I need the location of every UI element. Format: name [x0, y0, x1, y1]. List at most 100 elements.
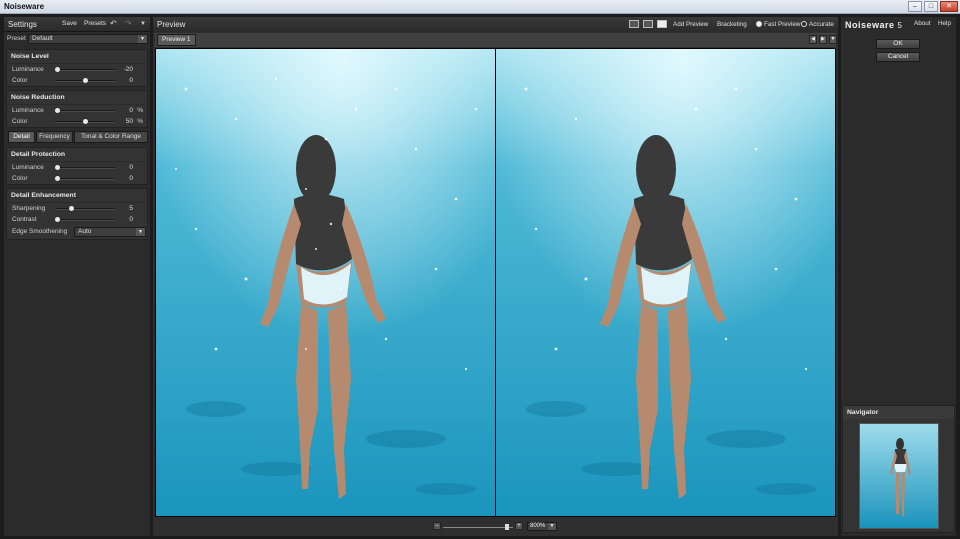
edge-smoothening-row: Edge Smoothening Auto ▼	[7, 225, 147, 239]
accurate-label[interactable]: Accurate	[809, 21, 834, 28]
slider-value: 0	[129, 77, 133, 84]
edge-smoothening-label: Edge Smoothening	[12, 228, 68, 235]
about-button[interactable]: About	[914, 20, 930, 27]
save-button[interactable]: Save	[62, 20, 77, 27]
noise-level-color-row: Color 0	[7, 75, 147, 86]
navigator-title: Navigator	[843, 406, 954, 419]
bracketing-button[interactable]: Bracketing	[717, 21, 747, 28]
noise-reduction-luminance-row: Luminance 0 %	[7, 105, 147, 116]
preset-select[interactable]: Default ▼	[28, 34, 148, 44]
close-button[interactable]: ✕	[940, 1, 958, 12]
detail-protection-luminance-slider[interactable]	[55, 165, 115, 170]
fast-preview-radio[interactable]	[756, 21, 762, 27]
noise-level-luminance-row: Luminance -20	[7, 64, 147, 75]
presets-button[interactable]: Presets	[84, 20, 106, 27]
window-title: Noiseware	[4, 2, 45, 11]
single-view-icon[interactable]	[629, 20, 639, 28]
noise-level-section: Noise Level Luminance -20 Color 0	[6, 49, 148, 87]
slider-unit: %	[137, 118, 143, 125]
detail-protection-luminance-row: Luminance 0	[7, 162, 147, 173]
preview-panes	[155, 48, 836, 517]
menu-icon[interactable]: ▼	[140, 21, 146, 27]
navigator-thumbnail[interactable]	[859, 423, 939, 529]
slider-knob[interactable]	[55, 108, 60, 113]
zoom-in-button[interactable]: +	[515, 522, 523, 530]
zoom-bar: – + 800% ▼	[153, 519, 838, 534]
ok-button[interactable]: OK	[876, 39, 920, 49]
noise-reduction-color-row: Color 50 %	[7, 116, 147, 127]
slider-value: 0	[129, 216, 133, 223]
slider-knob[interactable]	[55, 217, 60, 222]
tab-detail[interactable]: Detail	[8, 131, 35, 143]
slider-unit: %	[137, 107, 143, 114]
noise-reduction-luminance-slider[interactable]	[55, 108, 115, 113]
preset-row: Preset Default ▼	[4, 32, 150, 46]
restore-button[interactable]: □	[924, 1, 938, 12]
noise-level-title: Noise Level	[7, 50, 147, 64]
add-preview-button[interactable]: Add Preview	[673, 21, 708, 28]
slider-knob[interactable]	[55, 176, 60, 181]
accurate-radio[interactable]	[801, 21, 807, 27]
help-button[interactable]: Help	[938, 20, 951, 27]
noise-reduction-color-slider[interactable]	[55, 119, 115, 124]
preview-panel: Preview Add Preview Bracketing Fast Prev…	[153, 17, 838, 536]
detail-enhancement-section: Detail Enhancement Sharpening 5 Contrast…	[6, 188, 148, 240]
chevron-down-icon: ▼	[136, 228, 145, 236]
chevron-down-icon: ▼	[548, 523, 556, 530]
tab-preview-1[interactable]: Preview 1	[157, 34, 196, 46]
slider-knob[interactable]	[55, 165, 60, 170]
minimize-button[interactable]: –	[908, 1, 922, 12]
slider-label: Color	[12, 77, 28, 84]
detail-protection-color-row: Color 0	[7, 173, 147, 184]
split-horizontal-icon[interactable]	[643, 20, 653, 28]
undo-icon[interactable]: ↶	[110, 19, 117, 28]
preview-header: Preview Add Preview Bracketing Fast Prev…	[153, 17, 838, 32]
preset-label: Preset	[7, 35, 26, 42]
noise-level-luminance-slider[interactable]	[55, 67, 115, 72]
window-title-bar: Noiseware – □ ✕	[0, 0, 960, 14]
zoom-slider[interactable]	[443, 527, 513, 528]
brand-logo: Noiseware 5	[845, 20, 903, 30]
slider-label: Luminance	[12, 107, 44, 114]
zoom-out-button[interactable]: –	[433, 522, 441, 530]
chevron-left-icon[interactable]: ◀	[809, 35, 817, 44]
slider-knob[interactable]	[55, 67, 60, 72]
tab-tonal-color-range[interactable]: Tonal & Color Range	[74, 131, 148, 143]
slider-label: Color	[12, 118, 28, 125]
chevron-right-icon[interactable]: ▶	[819, 35, 827, 44]
detail-protection-color-slider[interactable]	[55, 176, 115, 181]
contrast-slider[interactable]	[55, 217, 115, 222]
underwater-photo-noisy	[156, 49, 495, 516]
noise-level-color-slider[interactable]	[55, 78, 115, 83]
preview-title: Preview	[157, 20, 186, 29]
fast-preview-label[interactable]: Fast Preview	[764, 21, 800, 28]
underwater-photo-denoised	[496, 49, 835, 516]
chevron-down-icon[interactable]: ▼	[829, 35, 837, 44]
redo-icon[interactable]: ↷	[125, 19, 132, 28]
slider-label: Contrast	[12, 216, 37, 223]
zoom-select[interactable]: 800% ▼	[527, 522, 557, 531]
after-preview-image[interactable]	[496, 49, 835, 516]
preview-tab-bar: Preview 1 ◀ ▶ ▼	[155, 33, 837, 47]
slider-knob[interactable]	[83, 119, 88, 124]
right-panel: Noiseware 5 About Help OK Cancel Navigat…	[841, 17, 956, 536]
before-preview-image[interactable]	[156, 49, 495, 516]
chevron-down-icon: ▼	[138, 35, 147, 43]
zoom-value: 800%	[530, 523, 546, 529]
navigator-photo	[860, 424, 938, 528]
tab-frequency[interactable]: Frequency	[36, 131, 73, 143]
edge-smoothening-select[interactable]: Auto ▼	[74, 227, 146, 237]
noise-reduction-title: Noise Reduction	[7, 91, 147, 105]
slider-label: Luminance	[12, 164, 44, 171]
sharpening-slider[interactable]	[55, 206, 115, 211]
zoom-slider-knob[interactable]	[505, 524, 509, 530]
cancel-button[interactable]: Cancel	[876, 52, 920, 62]
slider-knob[interactable]	[83, 78, 88, 83]
slider-label: Luminance	[12, 66, 44, 73]
slider-knob[interactable]	[69, 206, 74, 211]
slider-value: 50	[125, 118, 133, 125]
edge-smoothening-value: Auto	[78, 228, 92, 235]
split-vertical-icon[interactable]	[657, 20, 667, 28]
detail-protection-section: Detail Protection Luminance 0 Color 0	[6, 147, 148, 185]
slider-label: Sharpening	[12, 205, 46, 212]
